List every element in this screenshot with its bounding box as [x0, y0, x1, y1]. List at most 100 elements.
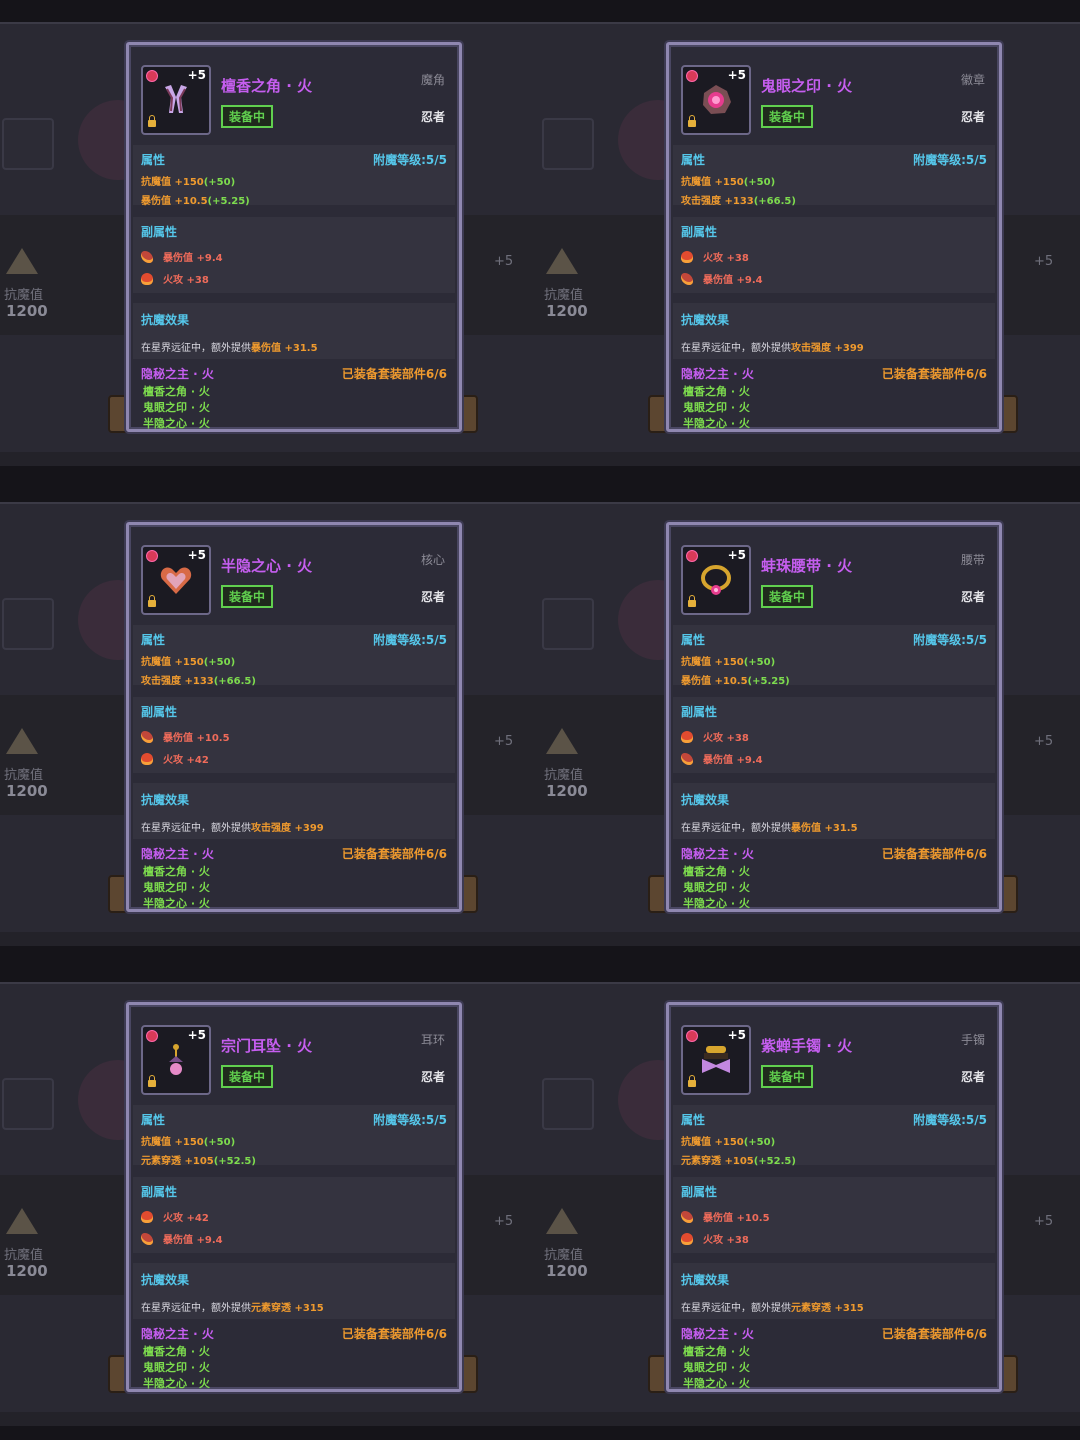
equipped-badge[interactable]: 装备中: [221, 105, 274, 128]
equipped-badge[interactable]: 装备中: [761, 1065, 814, 1088]
gem-icon: [146, 70, 158, 82]
item-art-icon: [699, 1043, 733, 1077]
lock-icon: [148, 1075, 156, 1087]
anti-magic-icon: [546, 728, 578, 754]
anti-magic-value: 1200: [546, 302, 588, 320]
item-tooltip-card: +5 紫蝉手镯 · 火 手镯 装备中 忍者 属性 附魔等级:5/5 抗魔值 +150(+50)…: [666, 1002, 1002, 1392]
set-part: 鬼眼之印 · 火: [683, 1361, 750, 1374]
item-art-icon: [699, 563, 733, 597]
attribute-line: 攻击强度 +133(+66.5): [681, 192, 796, 207]
set-progress: 已装备套装部件6/6: [881, 1327, 987, 1341]
anti-magic-icon: [546, 1208, 578, 1234]
attribute-line: 抗魔值 +150(+50): [681, 1133, 775, 1148]
equipped-badge[interactable]: 装备中: [761, 105, 814, 128]
item-tooltip-card: +5 鬼眼之印 · 火 徽章 装备中 忍者 属性 附魔等级:5/5 抗魔值 +150(+50)…: [666, 42, 1002, 432]
item-name: 紫蝉手镯 · 火: [761, 1037, 853, 1055]
attribute-line: 暴伤值 +10.5(+5.25): [681, 672, 790, 687]
attribute-value: 抗魔值 +150: [681, 1137, 744, 1148]
fire-attack-icon: [681, 251, 693, 263]
sub-attribute-line: 火攻 +38: [141, 271, 209, 286]
crit-damage-icon: [141, 251, 153, 263]
anti-magic-icon: [6, 248, 38, 274]
fire-attack-icon: [681, 1233, 693, 1245]
item-slot-type: 腰带: [960, 553, 985, 567]
crit-damage-icon: [681, 273, 693, 285]
effect-prefix: 在星界远征中，额外提供: [681, 823, 791, 834]
item-class: 忍者: [420, 1070, 445, 1084]
sub-attribute-text: 暴伤值 +9.4: [163, 1235, 223, 1246]
item-icon[interactable]: +5: [681, 65, 751, 135]
attribute-line: 抗魔值 +150(+50): [141, 653, 235, 668]
item-art-icon: [159, 83, 193, 117]
anti-magic-label: 抗魔值: [544, 288, 584, 303]
lock-icon: [688, 595, 696, 607]
slot-tile[interactable]: [2, 118, 54, 170]
item-icon[interactable]: +5: [141, 65, 211, 135]
effect-highlight: 元素穿透 +315: [791, 1303, 864, 1314]
set-part: 半隐之心 · 火: [143, 1377, 210, 1390]
gem-icon: [686, 70, 698, 82]
item-slot-type: 徽章: [960, 73, 985, 87]
slot-tile[interactable]: [2, 1078, 54, 1130]
anti-magic-icon: [6, 728, 38, 754]
anti-magic-icon: [6, 1208, 38, 1234]
gem-icon: [146, 550, 158, 562]
attribute-bonus: (+50): [743, 657, 776, 668]
item-tooltip-card: +5 蚌珠腰带 · 火 腰带 装备中 忍者 属性 附魔等级:5/5 抗魔值 +150(+50)…: [666, 522, 1002, 912]
sub-attribute-heading: 副属性: [141, 705, 178, 719]
effect-text: 在星界远征中，额外提供元素穿透 +315: [681, 1299, 864, 1314]
effect-prefix: 在星界远征中，额外提供: [141, 1303, 251, 1314]
item-name: 半隐之心 · 火: [221, 557, 313, 575]
anti-magic-label: 抗魔值: [544, 1248, 584, 1263]
set-part: 鬼眼之印 · 火: [683, 401, 750, 414]
attribute-heading: 属性: [141, 1113, 166, 1127]
effect-prefix: 在星界远征中，额外提供: [681, 343, 791, 354]
slot-tile[interactable]: [2, 598, 54, 650]
anti-magic-value: 1200: [546, 782, 588, 800]
set-name: 隐秘之主 · 火: [141, 367, 214, 381]
enchant-level: 附魔等级:5/5: [373, 153, 447, 167]
attribute-bonus: (+52.5): [753, 1156, 796, 1167]
slot-tile[interactable]: [542, 1078, 594, 1130]
enhance-level-badge: +5: [1034, 734, 1054, 749]
item-icon[interactable]: +5: [681, 545, 751, 615]
set-name: 隐秘之主 · 火: [681, 1327, 754, 1341]
inventory-lower-strip: [0, 1412, 1080, 1426]
equipped-badge[interactable]: 装备中: [221, 585, 274, 608]
item-slot-type: 核心: [420, 553, 445, 567]
item-slot-type: 魔角: [420, 73, 445, 87]
set-part: 檀香之角 · 火: [683, 385, 750, 398]
attribute-heading: 属性: [681, 1113, 706, 1127]
fire-attack-icon: [141, 1211, 153, 1223]
inventory-lower-strip: [0, 932, 1080, 946]
anti-magic-value: 1200: [546, 1262, 588, 1280]
equipped-badge[interactable]: 装备中: [221, 1065, 274, 1088]
sub-attribute-line: 暴伤值 +9.4: [681, 271, 763, 286]
effect-prefix: 在星界远征中，额外提供: [141, 343, 251, 354]
item-icon[interactable]: +5: [681, 1025, 751, 1095]
effect-highlight: 暴伤值 +31.5: [251, 343, 318, 354]
slot-tile[interactable]: [542, 118, 594, 170]
attribute-bonus: (+5.25): [747, 676, 790, 687]
effect-highlight: 暴伤值 +31.5: [791, 823, 858, 834]
enhance-level-badge: +5: [494, 254, 514, 269]
crit-damage-icon: [681, 753, 693, 765]
item-class: 忍者: [960, 110, 985, 124]
item-name: 鬼眼之印 · 火: [761, 77, 853, 95]
crit-damage-icon: [681, 1211, 693, 1223]
equipped-badge[interactable]: 装备中: [761, 585, 814, 608]
set-part: 半隐之心 · 火: [143, 417, 210, 430]
set-part: 鬼眼之印 · 火: [143, 881, 210, 894]
slot-tile[interactable]: [542, 598, 594, 650]
effect-heading: 抗魔效果: [681, 793, 730, 807]
attribute-line: 元素穿透 +105(+52.5): [141, 1152, 256, 1167]
item-icon[interactable]: +5: [141, 1025, 211, 1095]
item-icon[interactable]: +5: [141, 545, 211, 615]
effect-heading: 抗魔效果: [141, 313, 190, 327]
attribute-value: 抗魔值 +150: [681, 657, 744, 668]
anti-magic-icon: [546, 248, 578, 274]
sub-attribute-line: 火攻 +42: [141, 1209, 209, 1224]
item-class: 忍者: [960, 1070, 985, 1084]
enhance-level-badge: +5: [727, 1028, 746, 1042]
gem-icon: [686, 1030, 698, 1042]
